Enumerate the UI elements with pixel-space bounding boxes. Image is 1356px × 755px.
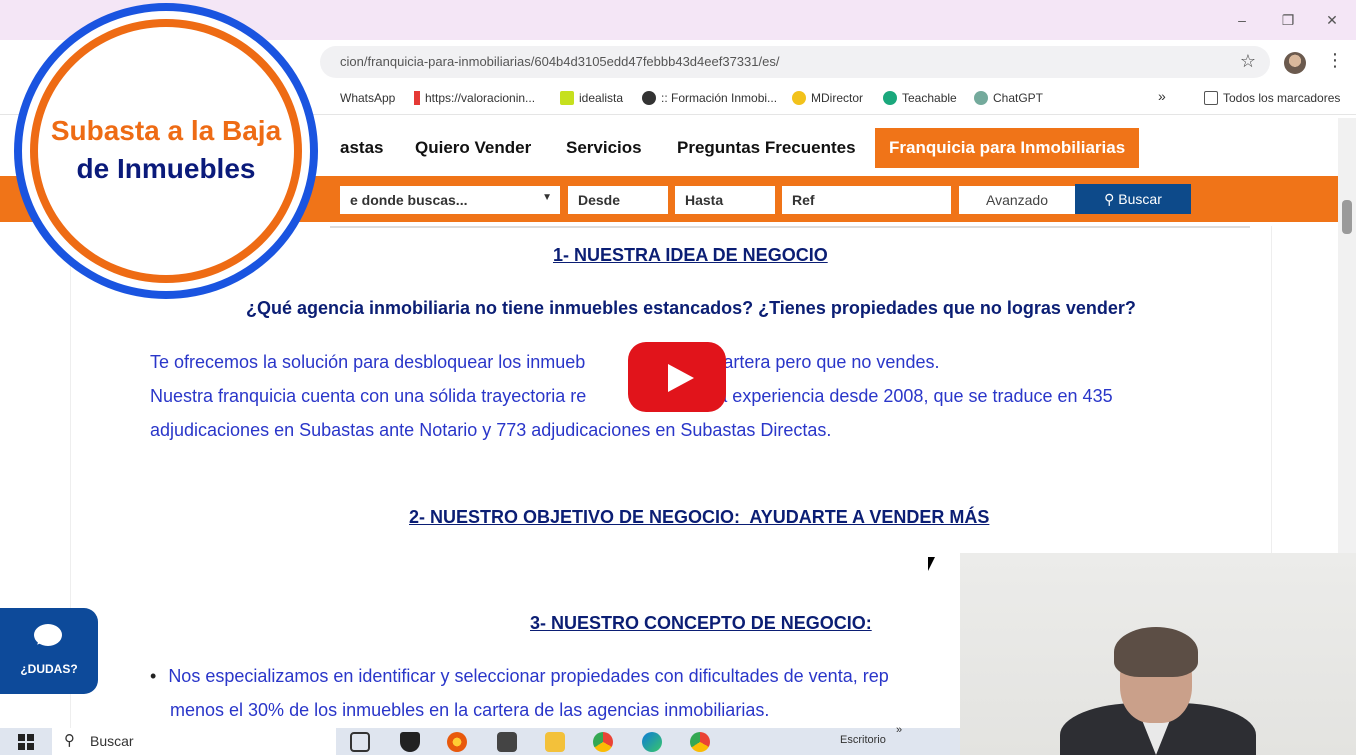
location-select[interactable]: e donde buscas... ▼ [340,186,560,214]
minimize-icon[interactable]: – [1232,10,1252,30]
mdirector-icon [792,91,806,105]
presenter-hair [1114,627,1198,677]
content-divider [330,226,1250,228]
search-icon: ⚲ [64,732,75,749]
section-title-concepto: 3- NUESTRO CONCEPTO DE NEGOCIO: [530,613,872,633]
section-title-idea: 1- NUESTRA IDEA DE NEGOCIO [553,245,828,265]
nav-item-quiero-vender[interactable]: Quiero Vender [415,138,531,158]
firefox-icon[interactable] [447,732,467,752]
taskbar-search-input[interactable]: ⚲ Buscar [52,728,336,755]
bookmark-formacion[interactable]: :: Formación Inmobi... [642,91,777,105]
bookmark-whatsapp[interactable]: WhatsApp [340,91,395,105]
nav-item-servicios[interactable]: Servicios [566,138,642,158]
location-select-value: e donde buscas... [350,192,468,208]
browser-menu-icon[interactable]: ⋮ [1326,50,1344,71]
globe-icon [642,91,656,105]
scrollbar-thumb[interactable] [1342,200,1352,234]
folder-icon [1204,91,1218,105]
bookmark-teachable[interactable]: Teachable [883,91,957,105]
profile-avatar[interactable] [1284,52,1306,74]
task-view-icon[interactable] [350,732,370,752]
chatgpt-icon [974,91,988,105]
edge-icon[interactable] [642,732,662,752]
url-text: cion/franquicia-para-inmobiliarias/604b4… [340,54,780,69]
security-shield-icon[interactable] [400,732,420,752]
list-item: Nos especializamos en identificar y sele… [150,666,888,687]
maximize-icon[interactable]: ❐ [1278,10,1298,30]
search-icon: ⚲ [1104,191,1115,207]
desktop-more-icon[interactable]: » [896,724,902,736]
search-button[interactable]: ⚲ Buscar [1075,184,1191,214]
taskbar: ⚲ Buscar Escritorio » [0,724,960,755]
question-text: ¿Qué agencia inmobiliaria no tiene inmue… [246,298,1136,318]
idealista-icon [560,91,574,105]
chat-bubble-icon [34,624,62,646]
price-to-input[interactable]: Hasta [675,186,775,214]
paragraph-solution: Te ofrecemos la solución para desbloquea… [150,352,940,372]
mouse-cursor-icon [928,557,935,571]
chevron-down-icon: ▼ [542,192,552,203]
ref-input[interactable]: Ref [782,186,951,214]
list-item-continuation: menos el 30% de los inmuebles en la cart… [170,700,770,720]
all-bookmarks[interactable]: Todos los marcadores [1204,91,1340,105]
chrome-profile-icon[interactable] [690,732,710,752]
chrome-icon[interactable] [593,732,613,752]
chat-label: ¿DUDAS? [20,662,78,676]
chat-help-button[interactable]: ¿DUDAS? [0,608,98,694]
search-button-label: Buscar [1118,191,1162,207]
teachable-icon [883,91,897,105]
nav-item-franquicia[interactable]: Franquicia para Inmobiliarias [875,128,1140,168]
logo-line-2: de Inmuebles [76,153,256,184]
valoracion-icon [414,91,420,105]
windows-start-icon[interactable] [18,734,34,750]
bookmark-valoracion[interactable]: https://valoracionin... [414,91,535,105]
bookmarks-more-icon[interactable]: » [1158,88,1166,104]
advanced-search-button[interactable]: Avanzado [959,186,1075,214]
paragraph-adjudications: adjudicaciones en Subastas ante Notario … [150,420,832,440]
file-explorer-icon[interactable] [545,732,565,752]
nav-item-subastas[interactable]: astas [340,138,383,158]
url-input[interactable]: cion/franquicia-para-inmobiliarias/604b4… [320,46,1270,78]
bookmark-idealista[interactable]: idealista [560,91,623,105]
taskbar-search-placeholder: Buscar [90,733,134,749]
close-icon[interactable]: ✕ [1322,10,1342,30]
price-from-input[interactable]: Desde [568,186,668,214]
nav-item-preguntas[interactable]: Preguntas Frecuentes [677,138,856,158]
webcam-overlay [960,553,1356,755]
video-play-button[interactable] [628,342,726,412]
bookmark-star-icon[interactable]: ☆ [1240,51,1256,72]
app-icon[interactable] [497,732,517,752]
bookmark-mdirector[interactable]: MDirector [792,91,863,105]
section-title-objetivo: 2- NUESTRO OBJETIVO DE NEGOCIO: AYUDARTE… [409,507,990,527]
logo-inner-ring [30,19,302,283]
desktop-toolbar[interactable]: Escritorio [840,734,886,746]
brand-logo: Subasta a la Baja de Inmuebles [14,3,318,299]
bookmark-chatgpt[interactable]: ChatGPT [974,91,1043,105]
logo-line-1: Subasta a la Baja [50,115,282,146]
